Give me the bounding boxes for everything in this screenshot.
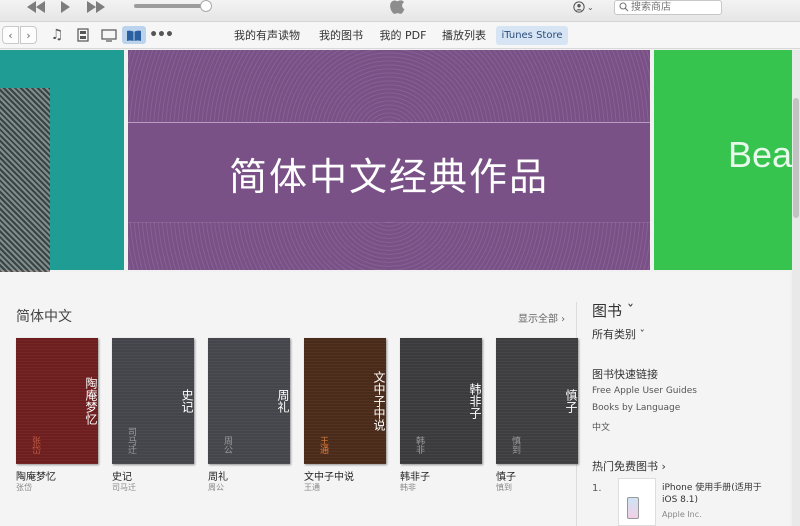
banner-right-panel[interactable]: Bea — [654, 50, 800, 270]
book-title[interactable]: 周礼 — [208, 468, 228, 483]
banner-line — [128, 122, 650, 123]
cover-author: 韩非 — [414, 436, 424, 454]
music-icon[interactable]: ♫ — [46, 26, 68, 44]
book-cover[interactable]: 慎子 慎到 — [496, 338, 578, 464]
forward-button[interactable]: › — [20, 26, 37, 44]
free-item-rank: 1. — [592, 483, 602, 494]
show-all-link[interactable]: 显示全部 › — [518, 310, 565, 325]
book-author[interactable]: 张岱 — [16, 482, 32, 493]
quick-link[interactable]: Free Apple User Guides — [592, 386, 697, 396]
apple-logo-icon — [390, 0, 405, 14]
book-item[interactable]: 文中子中说 王通 文中子中说 王通 — [304, 338, 386, 492]
rewind-icon — [27, 1, 45, 13]
cover-author: 王通 — [318, 436, 328, 454]
book-title[interactable]: 史记 — [112, 468, 132, 483]
search-input[interactable] — [631, 1, 719, 14]
quick-link[interactable]: Books by Language — [592, 403, 680, 413]
book-item[interactable]: 陶庵梦忆 张岱 陶庵梦忆 张岱 — [16, 338, 98, 492]
cover-author: 周公 — [222, 436, 232, 454]
cover-title: 史记 — [180, 389, 194, 413]
book-title[interactable]: 慎子 — [496, 468, 516, 483]
quick-link[interactable]: 中文 — [592, 420, 610, 433]
cover-title: 陶庵梦忆 — [84, 377, 98, 425]
tab-my-pdf[interactable]: 我的 PDF — [376, 26, 430, 45]
tab-audiobooks[interactable]: 我的有声读物 — [228, 26, 306, 45]
featured-banner: 简体中文经典作品 Bea — [0, 50, 800, 278]
rewind-button[interactable] — [26, 0, 46, 14]
scrollbar[interactable] — [792, 50, 800, 526]
nav-toolbar: ‹ › ♫ ••• 我的有声读物 我的图书 我的 PDF 播放列表 iTunes… — [0, 22, 800, 49]
banner-left-panel[interactable] — [0, 50, 124, 278]
more-icon[interactable]: ••• — [149, 26, 174, 44]
account-button[interactable]: ⌄ — [572, 0, 598, 14]
iphone-icon — [627, 497, 639, 519]
player-bar: ⌄ — [0, 0, 800, 22]
book-item[interactable]: 史记 司马迁 史记 司马迁 — [112, 338, 194, 492]
tv-icon[interactable] — [98, 26, 120, 44]
book-item[interactable]: 周礼 周公 周礼 周公 — [208, 338, 290, 492]
book-title[interactable]: 韩非子 — [400, 468, 430, 483]
cover-title: 文中子中说 — [372, 371, 386, 431]
books-icon[interactable] — [122, 26, 146, 44]
quick-links-title: 图书快速链接 — [592, 368, 658, 381]
user-icon — [573, 1, 585, 13]
book-author[interactable]: 慎到 — [496, 482, 512, 493]
cover-author: 慎到 — [510, 436, 520, 454]
chevron-down-icon: ⌄ — [587, 2, 594, 12]
section-title: 简体中文 — [16, 309, 72, 325]
sidebar-heading-dropdown[interactable]: 图书 ˇ — [592, 300, 634, 321]
book-author[interactable]: 王通 — [304, 482, 320, 493]
book-item[interactable]: 韩非子 韩非 韩非子 韩非 — [400, 338, 482, 492]
cover-title: 韩非子 — [468, 383, 482, 419]
book-title[interactable]: 文中子中说 — [304, 468, 354, 483]
tab-itunes-store[interactable]: iTunes Store — [496, 26, 568, 45]
book-item[interactable]: 慎子 慎到 慎子 慎到 — [496, 338, 578, 492]
free-item-thumbnail[interactable] — [618, 478, 656, 526]
play-icon — [60, 1, 70, 13]
tab-playlists[interactable]: 播放列表 — [436, 26, 492, 45]
book-author[interactable]: 周公 — [208, 482, 224, 493]
banner-title: 简体中文经典作品 — [228, 155, 549, 199]
store-sidebar: 图书 ˇ 所有类别 ˇ 图书快速链接 Free Apple User Guide… — [592, 272, 792, 526]
book-cover[interactable]: 文中子中说 王通 — [304, 338, 386, 464]
tab-my-books[interactable]: 我的图书 — [313, 26, 369, 45]
search-icon — [619, 2, 629, 12]
top-free-books-title[interactable]: 热门免费图书 › — [592, 458, 666, 474]
fast-forward-icon — [87, 1, 105, 13]
book-cover[interactable]: 韩非子 韩非 — [400, 338, 482, 464]
cover-title: 周礼 — [276, 389, 290, 413]
banner-pattern-bottom — [128, 222, 650, 270]
banner-pattern-top — [128, 50, 650, 122]
scrollbar-thumb[interactable] — [793, 98, 799, 218]
banner-right-text: Bea — [728, 134, 793, 175]
free-item-publisher[interactable]: Apple Inc. — [662, 510, 702, 519]
back-button[interactable]: ‹ — [2, 26, 19, 44]
cover-title: 慎子 — [564, 389, 578, 413]
play-button[interactable] — [56, 0, 74, 14]
book-title[interactable]: 陶庵梦忆 — [16, 468, 56, 483]
book-cover[interactable]: 周礼 周公 — [208, 338, 290, 464]
cover-author: 张岱 — [30, 436, 40, 454]
cover-author: 司马迁 — [126, 427, 136, 454]
book-cover[interactable]: 史记 司马迁 — [112, 338, 194, 464]
banner-portrait-image — [0, 88, 50, 278]
volume-knob[interactable] — [200, 0, 212, 12]
book-author[interactable]: 司马迁 — [112, 482, 136, 493]
category-dropdown[interactable]: 所有类别 ˇ — [592, 326, 645, 342]
volume-slider[interactable] — [134, 4, 210, 8]
free-item-title[interactable]: iPhone 使用手册(适用于 iOS 8.1) — [662, 482, 772, 506]
fast-forward-button[interactable] — [86, 0, 106, 14]
search-box[interactable] — [614, 0, 722, 15]
book-author[interactable]: 韩非 — [400, 482, 416, 493]
banner-main-panel[interactable]: 简体中文经典作品 — [128, 50, 650, 270]
book-cover[interactable]: 陶庵梦忆 张岱 — [16, 338, 98, 464]
movie-icon[interactable] — [72, 26, 94, 44]
